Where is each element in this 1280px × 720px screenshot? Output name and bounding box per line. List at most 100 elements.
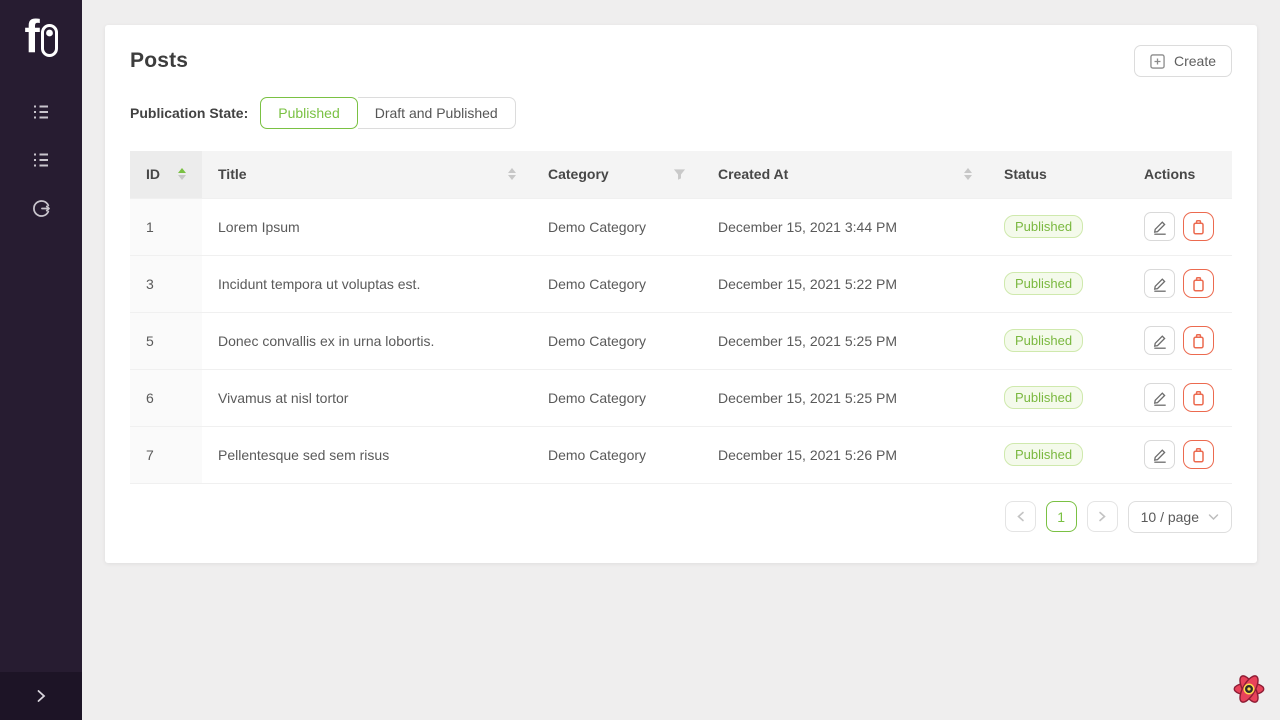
logout-icon [31,198,52,219]
sidebar-item-logout[interactable] [0,184,82,232]
react-query-devtools-button[interactable] [1230,670,1268,708]
cell-category: Demo Category [532,369,702,426]
page-1-button[interactable]: 1 [1046,501,1077,532]
unordered-list-icon [31,150,51,170]
status-badge: Published [1004,329,1083,352]
cell-category: Demo Category [532,312,702,369]
sidebar-menu [0,88,82,232]
delete-icon [1191,390,1206,406]
sidebar-item-posts[interactable] [0,88,82,136]
cell-id: 7 [130,426,202,483]
app-logo[interactable]: f [24,10,57,70]
cell-title: Donec convallis ex in urna lobortis. [202,312,532,369]
page-title: Posts [130,49,188,73]
cell-created-at: December 15, 2021 3:44 PM [702,198,988,255]
cell-category: Demo Category [532,426,702,483]
publication-state-radio-group: Published Draft and Published [260,97,515,129]
table-row: 6 Vivamus at nisl tortor Demo Category D… [130,369,1232,426]
edit-icon [1152,390,1168,406]
sort-icon [508,168,516,180]
radio-published[interactable]: Published [260,97,358,129]
next-page-button[interactable] [1087,501,1118,532]
cell-status: Published [988,312,1128,369]
cell-id: 1 [130,198,202,255]
publication-state-filter: Publication State: Published Draft and P… [130,97,1232,129]
chevron-right-icon [35,689,47,703]
table-row: 7 Pellentesque sed sem risus Demo Catego… [130,426,1232,483]
edit-button[interactable] [1144,269,1175,298]
unordered-list-icon [31,102,51,122]
create-button-label: Create [1174,53,1216,69]
table-row: 1 Lorem Ipsum Demo Category December 15,… [130,198,1232,255]
column-header-actions: Actions [1128,151,1232,198]
cell-status: Published [988,426,1128,483]
table-row: 3 Incidunt tempora ut voluptas est. Demo… [130,255,1232,312]
cell-title: Pellentesque sed sem risus [202,426,532,483]
plus-square-icon [1150,54,1165,69]
cell-actions [1128,312,1232,369]
sidebar-collapse-trigger[interactable] [0,672,82,720]
page-size-value: 10 / page [1141,509,1199,525]
edit-button[interactable] [1144,212,1175,241]
cell-id: 5 [130,312,202,369]
status-badge: Published [1004,215,1083,238]
cell-actions [1128,426,1232,483]
logo-toggle-icon [41,24,58,57]
column-header-status: Status [988,151,1128,198]
react-query-logo-icon [1230,670,1268,708]
table-row: 5 Donec convallis ex in urna lobortis. D… [130,312,1232,369]
edit-button[interactable] [1144,440,1175,469]
cell-id: 3 [130,255,202,312]
cell-actions [1128,255,1232,312]
cell-title: Incidunt tempora ut voluptas est. [202,255,532,312]
cell-status: Published [988,369,1128,426]
main-content: Posts Create Publication State: Publishe… [82,0,1280,720]
create-button[interactable]: Create [1134,45,1232,77]
sort-icon [178,168,186,180]
column-header-title[interactable]: Title [202,151,532,198]
delete-button[interactable] [1183,383,1214,412]
table-header-row: ID Title Category [130,151,1232,198]
filter-icon[interactable] [673,168,686,181]
cell-title: Lorem Ipsum [202,198,532,255]
sidebar-item-categories[interactable] [0,136,82,184]
status-badge: Published [1004,443,1083,466]
delete-icon [1191,276,1206,292]
chevron-left-icon [1016,511,1025,522]
cell-actions [1128,198,1232,255]
delete-icon [1191,447,1206,463]
column-header-category[interactable]: Category [532,151,702,198]
sidebar: f [0,0,82,720]
status-badge: Published [1004,386,1083,409]
cell-created-at: December 15, 2021 5:25 PM [702,369,988,426]
edit-icon [1152,333,1168,349]
radio-draft-and-published[interactable]: Draft and Published [358,97,516,129]
delete-icon [1191,333,1206,349]
logo-letter: f [24,10,38,62]
cell-status: Published [988,255,1128,312]
page-size-select[interactable]: 10 / page [1128,501,1232,533]
sort-icon [964,168,972,180]
edit-icon [1152,447,1168,463]
prev-page-button[interactable] [1005,501,1036,532]
edit-icon [1152,219,1168,235]
column-header-id[interactable]: ID [130,151,202,198]
cell-created-at: December 15, 2021 5:22 PM [702,255,988,312]
cell-created-at: December 15, 2021 5:26 PM [702,426,988,483]
delete-button[interactable] [1183,440,1214,469]
cell-id: 6 [130,369,202,426]
edit-button[interactable] [1144,326,1175,355]
edit-button[interactable] [1144,383,1175,412]
delete-button[interactable] [1183,212,1214,241]
column-header-created-at[interactable]: Created At [702,151,988,198]
pagination: 1 10 / page [130,501,1232,533]
cell-category: Demo Category [532,198,702,255]
chevron-down-icon [1208,513,1219,521]
cell-category: Demo Category [532,255,702,312]
delete-icon [1191,219,1206,235]
cell-title: Vivamus at nisl tortor [202,369,532,426]
delete-button[interactable] [1183,269,1214,298]
cell-actions [1128,369,1232,426]
delete-button[interactable] [1183,326,1214,355]
chevron-right-icon [1098,511,1107,522]
